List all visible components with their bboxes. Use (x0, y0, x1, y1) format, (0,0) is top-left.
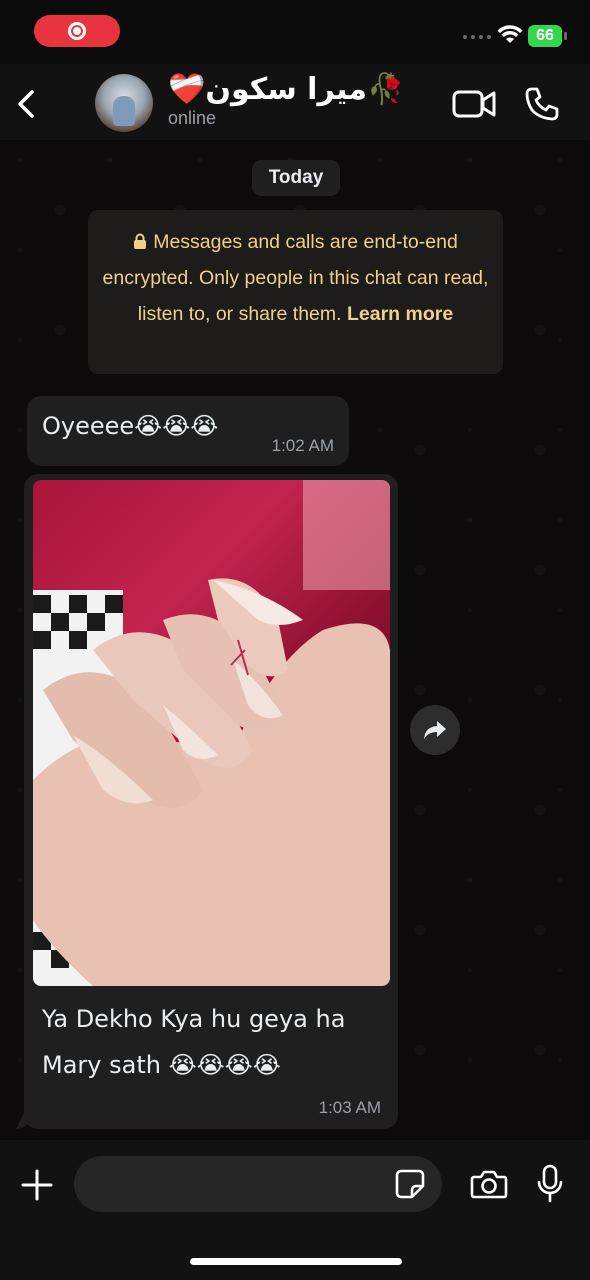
caption-line-1: Ya Dekho Kya hu geya ha (42, 1005, 346, 1033)
forward-icon (424, 721, 446, 739)
caption-line-2: Mary sath 😭😭😭😭 (42, 1051, 281, 1079)
screen-record-indicator[interactable] (34, 15, 120, 47)
sticker-icon[interactable] (394, 1168, 426, 1200)
chat-header: ❤️‍🩹میرا سکون🥀 online (0, 64, 590, 140)
message-text: Oyeeee😭😭😭 (42, 412, 219, 440)
wifi-icon (497, 25, 523, 43)
contact-name[interactable]: ❤️‍🩹میرا سکون🥀 (168, 72, 404, 112)
whatsapp-chat-screen: 66 ❤️‍🩹میرا سکون🥀 online Today Messages … (0, 0, 590, 1280)
cellular-signal-icon (463, 35, 491, 39)
forward-button[interactable] (410, 705, 460, 755)
incoming-image-message[interactable]: Ya Dekho Kya hu geya ha Mary sath 😭😭😭😭 1… (24, 474, 398, 1129)
camera-icon[interactable] (470, 1168, 508, 1200)
battery-indicator: 66 (528, 25, 568, 47)
contact-status: online (168, 108, 217, 128)
microphone-icon[interactable] (536, 1164, 564, 1204)
contact-avatar[interactable] (95, 74, 153, 132)
home-indicator[interactable] (190, 1258, 402, 1265)
message-photo[interactable] (33, 480, 390, 986)
back-chevron-icon[interactable] (10, 84, 40, 124)
lock-icon (134, 233, 147, 249)
date-separator: Today (252, 160, 340, 196)
message-time: 1:03 AM (318, 1098, 381, 1117)
encryption-notice[interactable]: Messages and calls are end-to-end encryp… (88, 210, 503, 374)
battery-level: 66 (528, 25, 562, 47)
message-caption: Ya Dekho Kya hu geya ha Mary sath 😭😭😭😭 (42, 996, 382, 1088)
message-input[interactable] (74, 1156, 442, 1212)
learn-more-link[interactable]: Learn more (347, 303, 453, 325)
status-bar: 66 (0, 0, 590, 64)
screen-record-icon (68, 22, 86, 40)
incoming-message[interactable]: Oyeeee😭😭😭 1:02 AM (27, 396, 349, 466)
plus-icon[interactable] (20, 1168, 54, 1202)
video-call-icon[interactable] (452, 88, 496, 120)
chat-area[interactable]: Today Messages and calls are end-to-end … (0, 140, 590, 1140)
message-composer (0, 1140, 590, 1280)
phone-call-icon[interactable] (524, 86, 560, 122)
message-time: 1:02 AM (271, 436, 334, 455)
